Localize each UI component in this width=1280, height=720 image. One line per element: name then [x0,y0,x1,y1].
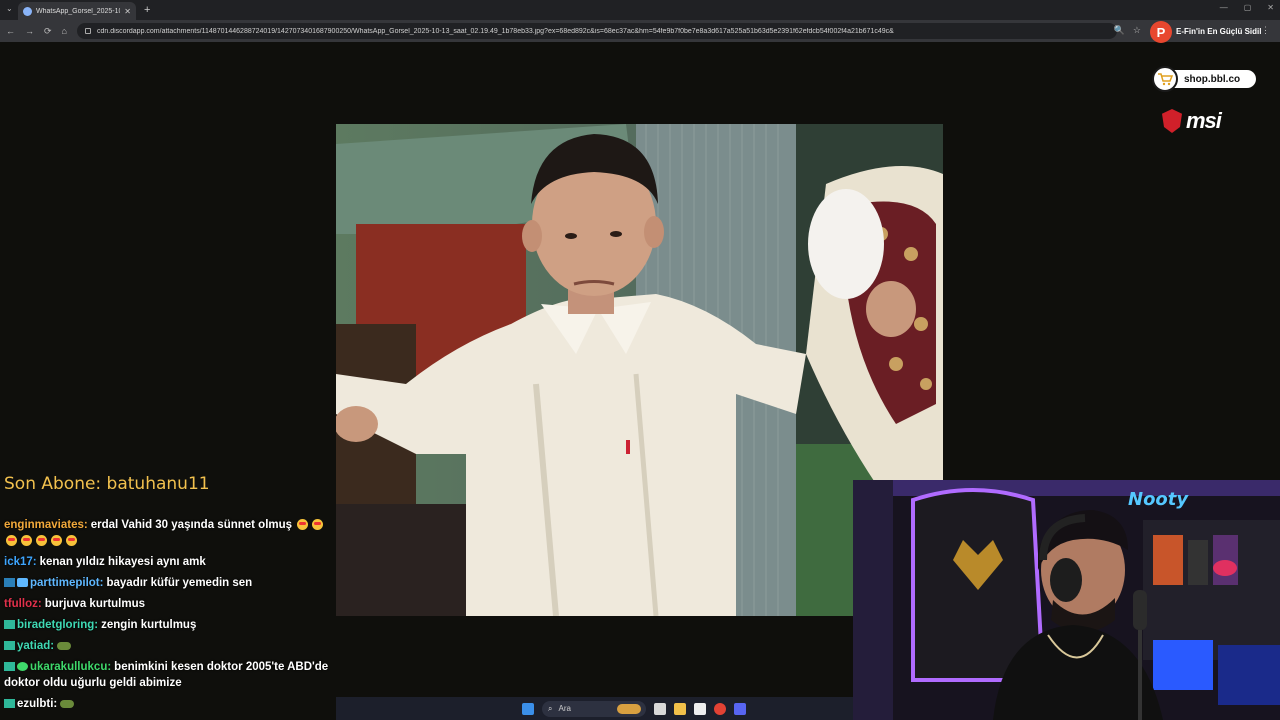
browser-tabbar: ⌄ WhatsApp_Gorsel_2025-10-13... ✕ + — ▢ … [0,0,1280,20]
chat-username: biradetgloring: [17,619,99,631]
chat-text: kenan yıldız hikayesi aynı amk [39,556,206,568]
taskbar-search[interactable]: ⌕ Ara [542,700,646,717]
site-info-icon[interactable] [84,28,91,34]
minimize-icon[interactable]: — [1220,3,1228,12]
new-tab-button[interactable]: + [144,4,150,16]
windows-start-icon[interactable] [522,702,534,715]
sponsor-slogan: E-Fin'in En Güçlü Sidil [1176,27,1262,36]
heart-eyes-emoji-icon [297,519,309,531]
chat-username: yatiad: [17,640,55,652]
shopping-cart-icon [1152,66,1178,92]
heart-eyes-emoji-icon [51,535,62,547]
chat-username: ick17: [4,556,37,568]
chat-username: tfulloz: [4,598,42,610]
heart-eyes-emoji-icon [66,535,77,547]
forward-icon[interactable]: → [25,26,34,36]
url-text[interactable]: cdn.discordapp.com/attachments/114870144… [97,28,894,35]
last-subscriber-label: Son Abone: batuhanu11 [4,474,210,494]
close-window-icon[interactable]: ✕ [1267,3,1274,12]
reload-icon[interactable]: ⟳ [44,26,52,37]
chat-message: biradetgloring: zengin kurtulmuş [4,617,336,633]
frog-emote-icon [60,699,75,708]
search-icon: ⌕ [548,703,553,713]
heart-eyes-emoji-icon [312,519,324,531]
neon-sign-text: Nooty [1128,489,1189,510]
msi-logo: msi [1162,108,1222,134]
windows-taskbar: ⌕ Ara [336,697,853,720]
chat-panel: enginmaviates: erdal Vahid 30 yaşında sün… [4,517,336,717]
window-controls: — ▢ ✕ [1220,3,1274,12]
sponsor-p-logo: P [1150,21,1172,43]
sub-badge-icon [4,662,15,672]
taskbar-search-placeholder: Ara [558,704,571,713]
discord-icon[interactable] [734,702,746,715]
tab-title: WhatsApp_Gorsel_2025-10-13... [36,7,120,15]
zoom-icon[interactable]: 🔍 [1114,25,1125,36]
search-highlight-icon [616,703,641,714]
chat-message: tfulloz: burjuva kurtulmus [4,596,336,612]
screen: ⌄ WhatsApp_Gorsel_2025-10-13... ✕ + — ▢ … [0,0,1280,720]
chat-username: ezulbti: [17,698,58,710]
bookmark-star-icon[interactable]: ☆ [1133,25,1141,36]
shop-url: shop.bbl.co [1184,73,1241,85]
chat-username: enginmaviates: [4,519,88,531]
heart-eyes-emoji-icon [36,535,47,547]
verified-badge-icon [17,662,28,672]
file-explorer-icon[interactable] [674,702,686,715]
chat-text: zengin kurtulmuş [101,619,197,631]
tab-close-icon[interactable]: ✕ [124,7,131,16]
displayed-photo [336,124,943,616]
chat-username: ukarakullukcu: [30,661,112,673]
sub-badge-icon [4,641,15,651]
chat-text: erdal Vahid 30 yaşında sünnet olmuş [90,519,293,531]
chrome-icon[interactable] [714,702,726,715]
maximize-icon[interactable]: ▢ [1244,3,1252,12]
sub-badge-icon [4,578,15,588]
heart-eyes-emoji-icon [21,535,32,547]
chat-message: ezulbti: [4,696,336,712]
chat-text: burjuva kurtulmus [44,598,146,610]
chat-message: parttimepilot: bayadır küfür yemedin sen [4,575,336,591]
webcam-feed: Nooty [853,480,1280,720]
chat-message: yatiad: [4,638,336,654]
tab-favicon-icon [23,6,32,16]
sub-badge-icon [4,620,15,630]
sub-badge-icon [4,699,15,709]
tab-search-icon[interactable]: ⌄ [6,4,13,13]
msi-wordmark: msi [1186,108,1222,133]
browser-menu-icon[interactable]: ⋮ [1261,25,1270,36]
heart-eyes-emoji-icon [6,535,17,547]
chat-message: ick17: kenan yıldız hikayesi aynı amk [4,554,336,570]
chat-message: ukarakullukcu: benimkini kesen doktor 200… [4,659,336,691]
back-icon[interactable]: ← [6,26,15,36]
chat-username: parttimepilot: [30,577,104,589]
cube-badge-icon [17,578,28,588]
browser-toolbar: ← → ⟳ ⌂ cdn.discordapp.com/attachments/1… [0,20,1280,42]
chat-text: bayadır küfür yemedin sen [106,577,253,589]
browser-tab[interactable]: WhatsApp_Gorsel_2025-10-13... ✕ [18,2,136,20]
msi-dragon-icon [1162,109,1182,133]
task-view-icon[interactable] [654,702,666,715]
address-bar[interactable]: cdn.discordapp.com/attachments/114870144… [76,23,1117,39]
chat-message: enginmaviates: erdal Vahid 30 yaşında sün… [4,517,336,549]
frog-emote-icon [57,641,72,650]
store-icon[interactable] [694,702,706,715]
home-icon[interactable]: ⌂ [62,26,67,36]
